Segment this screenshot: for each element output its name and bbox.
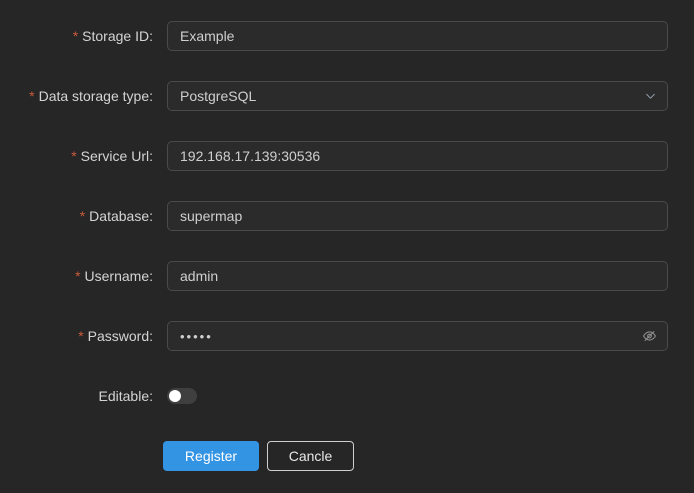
form-actions: Register Cancle bbox=[163, 441, 694, 471]
storage-id-row: *Storage ID: bbox=[0, 21, 694, 51]
service-url-control bbox=[167, 141, 668, 171]
required-marker: * bbox=[29, 88, 34, 104]
required-marker: * bbox=[73, 28, 78, 44]
password-row: *Password: bbox=[0, 321, 694, 351]
username-row: *Username: bbox=[0, 261, 694, 291]
required-marker: * bbox=[75, 268, 80, 284]
eye-invisible-icon[interactable] bbox=[642, 329, 657, 344]
service-url-row: *Service Url: bbox=[0, 141, 694, 171]
editable-row: Editable: bbox=[0, 381, 694, 411]
required-marker: * bbox=[80, 208, 85, 224]
data-storage-type-control bbox=[167, 81, 668, 111]
chevron-down-icon bbox=[644, 90, 657, 103]
database-input[interactable] bbox=[167, 201, 668, 231]
storage-id-control bbox=[167, 21, 668, 51]
register-button[interactable]: Register bbox=[163, 441, 259, 471]
required-marker: * bbox=[78, 328, 83, 344]
username-control bbox=[167, 261, 668, 291]
data-storage-type-row: *Data storage type: bbox=[0, 81, 694, 111]
required-marker: * bbox=[71, 148, 76, 164]
service-url-input[interactable] bbox=[167, 141, 668, 171]
password-control bbox=[167, 321, 668, 351]
password-label: *Password: bbox=[0, 328, 153, 344]
database-row: *Database: bbox=[0, 201, 694, 231]
database-label: *Database: bbox=[0, 208, 153, 224]
service-url-label: *Service Url: bbox=[0, 148, 153, 164]
editable-label: Editable: bbox=[0, 388, 153, 404]
storage-id-input[interactable] bbox=[167, 21, 668, 51]
editable-toggle[interactable] bbox=[167, 388, 197, 404]
data-storage-type-select[interactable] bbox=[167, 81, 668, 111]
database-control bbox=[167, 201, 668, 231]
username-label: *Username: bbox=[0, 268, 153, 284]
username-input[interactable] bbox=[167, 261, 668, 291]
cancel-button[interactable]: Cancle bbox=[267, 441, 354, 471]
register-datastore-form: *Storage ID: *Data storage type: *Servic… bbox=[0, 0, 694, 471]
storage-id-label: *Storage ID: bbox=[0, 28, 153, 44]
password-input[interactable] bbox=[167, 321, 668, 351]
data-storage-type-label: *Data storage type: bbox=[0, 88, 153, 104]
toggle-knob bbox=[169, 390, 181, 402]
